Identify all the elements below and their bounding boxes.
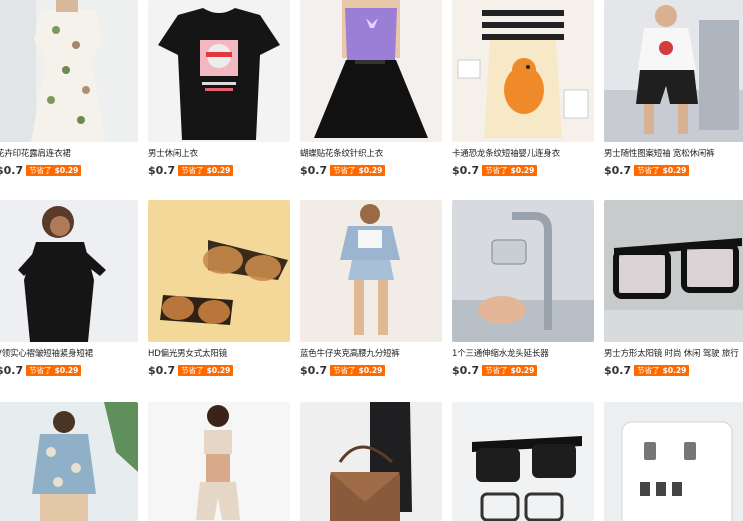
faucet-extender-image[interactable] bbox=[452, 200, 594, 342]
discount-label: 节省了 bbox=[29, 165, 52, 175]
amber-sunglasses-image[interactable] bbox=[148, 200, 290, 342]
discount-amount: $0.29 bbox=[358, 165, 383, 175]
product-title[interactable]: 男士随性图案短袖 宽松休闲裤 bbox=[604, 148, 743, 161]
discount-label: 节省了 bbox=[29, 365, 52, 375]
discount-badge: 节省了 $0.29 bbox=[178, 164, 234, 176]
discount-amount: $0.29 bbox=[510, 165, 535, 175]
discount-badge: 节省了 $0.29 bbox=[330, 364, 386, 376]
product-price: $0.7 bbox=[300, 163, 328, 177]
product-title[interactable]: 蝴蝶贴花条纹针织上衣 bbox=[300, 148, 440, 161]
discount-badge: 节省了 $0.29 bbox=[330, 164, 386, 176]
product-title[interactable]: 蓝色牛仔夹克高腰九分短裤 bbox=[300, 348, 440, 361]
price-row: $0.7 节省了$0.29 bbox=[604, 363, 743, 377]
price-row: $0.7 节省了$0.29 bbox=[0, 363, 138, 377]
discount-amount: $0.29 bbox=[206, 165, 231, 175]
discount-badge: 节省了 $0.29 bbox=[178, 364, 234, 376]
price-row: $0.7 节省了$0.29 bbox=[148, 363, 290, 377]
product-price: $0.7 bbox=[604, 363, 632, 377]
discount-badge: 节省了 $0.29 bbox=[482, 164, 538, 176]
price-row: $0.7 节省了$0.29 bbox=[452, 363, 594, 377]
price-row: $0.7 节省了$0.29 bbox=[452, 163, 594, 177]
product-title[interactable]: 男士休闲上衣 bbox=[148, 148, 288, 161]
price-row: $0.7 节省了$0.29 bbox=[604, 163, 743, 177]
discount-label: 节省了 bbox=[637, 165, 660, 175]
product-price: $0.7 bbox=[0, 163, 24, 177]
product-title[interactable]: V领实心褶皱短袖紧身短裙 bbox=[0, 348, 136, 361]
discount-amount: $0.29 bbox=[662, 165, 687, 175]
discount-label: 节省了 bbox=[637, 365, 660, 375]
product-price: $0.7 bbox=[604, 163, 632, 177]
discount-amount: $0.29 bbox=[358, 365, 383, 375]
discount-amount: $0.29 bbox=[510, 365, 535, 375]
price-row: $0.7 节省了$0.29 bbox=[300, 163, 442, 177]
discount-label: 节省了 bbox=[333, 365, 356, 375]
discount-amount: $0.29 bbox=[54, 165, 79, 175]
graphic-tshirt-image[interactable] bbox=[148, 0, 290, 142]
product-price: $0.7 bbox=[148, 163, 176, 177]
discount-badge: 节省了 $0.29 bbox=[26, 364, 82, 376]
product-price: $0.7 bbox=[300, 363, 328, 377]
overglasses-image[interactable] bbox=[452, 402, 594, 521]
discount-label: 节省了 bbox=[485, 365, 508, 375]
black-ruched-dress-image[interactable] bbox=[0, 200, 138, 342]
price-row: $0.7 节省了$0.29 bbox=[148, 163, 290, 177]
discount-label: 节省了 bbox=[181, 165, 204, 175]
discount-amount: $0.29 bbox=[206, 365, 231, 375]
hawaiian-shirt-image[interactable] bbox=[0, 402, 138, 521]
product-price: $0.7 bbox=[148, 363, 176, 377]
price-row: $0.7 节省了$0.29 bbox=[300, 363, 442, 377]
floral-dress-image[interactable] bbox=[0, 0, 138, 142]
product-title[interactable]: 花卉印花露肩连衣裙 bbox=[0, 148, 136, 161]
activewear-set-image[interactable] bbox=[148, 402, 290, 521]
product-title[interactable]: 男士方形太阳镜 时尚 休闲 驾驶 旅行 bbox=[604, 348, 743, 361]
discount-amount: $0.29 bbox=[662, 365, 687, 375]
denim-outfit-image[interactable] bbox=[300, 200, 442, 342]
product-price: $0.7 bbox=[452, 163, 480, 177]
product-price: $0.7 bbox=[452, 363, 480, 377]
discount-badge: 节省了 $0.29 bbox=[26, 164, 82, 176]
discount-badge: 节省了 $0.29 bbox=[482, 364, 538, 376]
discount-label: 节省了 bbox=[485, 165, 508, 175]
discount-label: 节省了 bbox=[333, 165, 356, 175]
discount-label: 节省了 bbox=[181, 365, 204, 375]
black-square-glasses-image[interactable] bbox=[604, 200, 743, 342]
price-row: $0.7 节省了$0.29 bbox=[0, 163, 138, 177]
power-strip-image[interactable] bbox=[604, 402, 743, 521]
mens-casual-outfit-image[interactable] bbox=[604, 0, 743, 142]
discount-badge: 节省了 $0.29 bbox=[634, 364, 690, 376]
product-title[interactable]: 卡通恐龙条纹短袖婴儿连身衣 bbox=[452, 148, 592, 161]
discount-amount: $0.29 bbox=[54, 365, 79, 375]
product-price: $0.7 bbox=[0, 363, 24, 377]
brown-bag-image[interactable] bbox=[300, 402, 442, 521]
baby-dinosaur-romper-image[interactable] bbox=[452, 0, 594, 142]
product-title[interactable]: 1个三通伸缩水龙头延长器 bbox=[452, 348, 592, 361]
product-title[interactable]: HD偏光男女式太阳镜 bbox=[148, 348, 288, 361]
purple-top-skirt-image[interactable] bbox=[300, 0, 442, 142]
discount-badge: 节省了 $0.29 bbox=[634, 164, 690, 176]
